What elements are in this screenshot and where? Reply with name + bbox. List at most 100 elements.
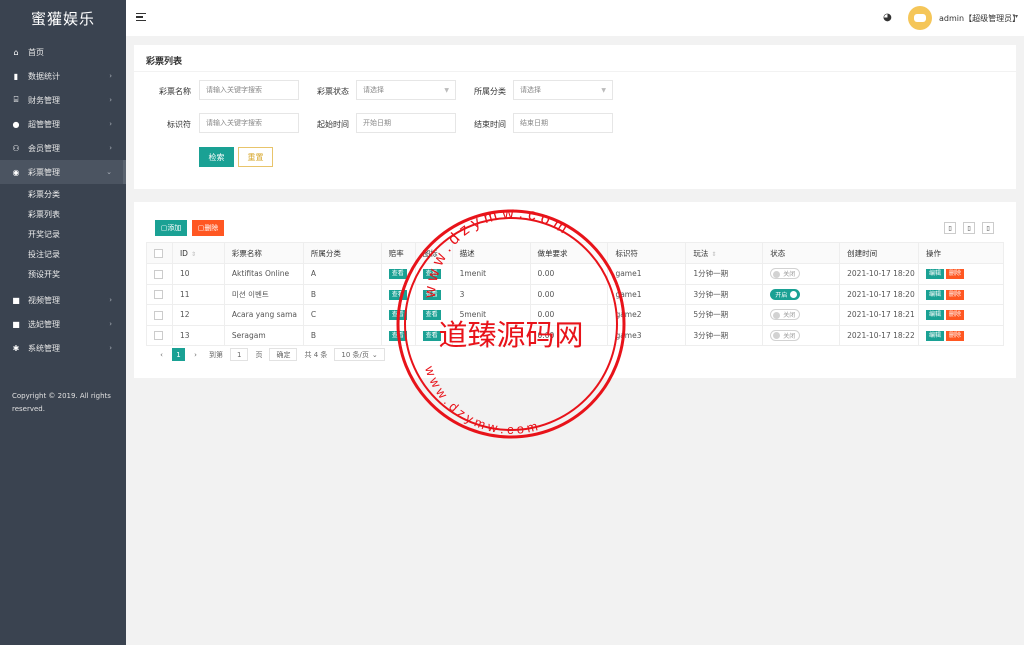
sidebar-subitem-preset[interactable]: 预设开奖 bbox=[0, 264, 126, 284]
add-icon: ▢ bbox=[160, 224, 168, 232]
status-toggle[interactable]: 关闭 bbox=[770, 309, 801, 321]
key-search-input[interactable]: 请输入关键字搜索 bbox=[199, 113, 299, 133]
print-icon[interactable]: ▯ bbox=[982, 222, 994, 234]
delete-icon: ▢ bbox=[197, 224, 205, 232]
sidebar-item-system[interactable]: ✱ 系统管理 › bbox=[0, 336, 126, 360]
next-page-icon[interactable]: › bbox=[189, 348, 202, 361]
cell-category: C bbox=[302, 304, 382, 326]
select-all-checkbox[interactable] bbox=[146, 242, 173, 264]
prev-page-icon[interactable]: ‹ bbox=[155, 348, 168, 361]
delete-button[interactable]: 删除 bbox=[946, 289, 965, 300]
cell-status: 开启 bbox=[762, 283, 841, 305]
column-header-id[interactable]: ID ⇕ bbox=[171, 242, 225, 264]
page-size-select[interactable]: 10 条/页 ⌄ bbox=[334, 348, 385, 361]
row-checkbox[interactable] bbox=[146, 324, 173, 346]
cell-actions: 编辑 删除 bbox=[918, 324, 1004, 346]
cell-play: 3分钟一期 bbox=[685, 283, 764, 305]
sidebar-item-members[interactable]: ⚇ 会员管理 › bbox=[0, 136, 126, 160]
cell-created: 2021-10-17 18:20 bbox=[839, 263, 920, 285]
cell-category: B bbox=[302, 324, 382, 346]
column-header-created: 创建时间 bbox=[839, 242, 920, 264]
menu-toggle-icon[interactable] bbox=[136, 13, 146, 22]
cell-id: 10 bbox=[171, 263, 225, 285]
sidebar-item-statistics[interactable]: ▮ 数据统计 › bbox=[0, 64, 126, 88]
status-select[interactable]: 请选择 ▼ bbox=[356, 80, 456, 100]
cell-id: 11 bbox=[171, 283, 225, 305]
sidebar-subitem-bets[interactable]: 投注记录 bbox=[0, 244, 126, 264]
chevron-right-icon: › bbox=[109, 72, 112, 80]
export-icon[interactable]: ▯ bbox=[963, 222, 975, 234]
row-checkbox[interactable] bbox=[146, 283, 173, 305]
row-checkbox[interactable] bbox=[146, 263, 173, 285]
sidebar-subitem-category[interactable]: 彩票分类 bbox=[0, 184, 126, 204]
sidebar-item-video[interactable]: ■ 视频管理 › bbox=[0, 288, 126, 312]
cell-play: 3分钟一期 bbox=[685, 324, 764, 346]
column-header-category: 所属分类 bbox=[302, 242, 382, 264]
watermark-center-text: 道臻源码网 bbox=[438, 318, 583, 352]
delete-button[interactable]: 删除 bbox=[946, 310, 965, 321]
sidebar-nav: ⌂ 首页 ▮ 数据统计 › ⌸ 财务管理 › ● 超管管理 › ⚇ 会员管理 ›… bbox=[0, 40, 126, 360]
sidebar-item-concubine[interactable]: ■ 选妃管理 › bbox=[0, 312, 126, 336]
watermark-stamp: w w w . d z y m w . c o m w w w . d z y … bbox=[396, 208, 626, 439]
delete-button[interactable]: 删除 bbox=[946, 269, 965, 280]
chevron-right-icon: › bbox=[109, 296, 112, 304]
columns-icon[interactable]: ▯ bbox=[944, 222, 956, 234]
topbar: ◕ admin【超级管理员】 ▾ bbox=[126, 0, 1024, 36]
edit-button[interactable]: 编辑 bbox=[926, 289, 945, 300]
avatar[interactable] bbox=[908, 6, 932, 30]
add-button-label: 添加 bbox=[167, 224, 182, 232]
sidebar-item-label: 彩票管理 bbox=[28, 167, 60, 177]
sidebar-item-finance[interactable]: ⌸ 财务管理 › bbox=[0, 88, 126, 112]
name-label: 彩票名称 bbox=[159, 87, 191, 96]
page-jump-input[interactable]: 1 bbox=[230, 348, 249, 361]
key-label: 标识符 bbox=[167, 120, 191, 129]
chevron-right-icon: › bbox=[109, 96, 112, 104]
edit-button[interactable]: 编辑 bbox=[926, 310, 945, 321]
end-time-label: 结束时间 bbox=[474, 120, 506, 129]
cell-actions: 编辑 删除 bbox=[918, 304, 1004, 326]
name-search-input[interactable]: 请输入关键字搜索 bbox=[199, 80, 299, 100]
batch-delete-button[interactable]: ▢ 删除 bbox=[192, 220, 224, 236]
category-select[interactable]: 请选择 ▼ bbox=[513, 80, 613, 100]
cell-created: 2021-10-17 18:20 bbox=[839, 283, 920, 305]
sidebar-item-label: 选妃管理 bbox=[28, 319, 60, 329]
cell-status: 关闭 bbox=[762, 324, 841, 346]
end-date-input[interactable]: 结束日期 bbox=[513, 113, 613, 133]
sidebar-subitem-list[interactable]: 彩票列表 bbox=[0, 204, 126, 224]
page-jump-confirm-button[interactable]: 确定 bbox=[269, 348, 298, 361]
caret-down-icon[interactable]: ▾ bbox=[1015, 13, 1018, 20]
column-header-play[interactable]: 玩法 ⇕ bbox=[685, 242, 764, 264]
sidebar-item-lottery[interactable]: ◉ 彩票管理 ⌄ bbox=[0, 160, 126, 184]
sidebar-item-label: 首页 bbox=[28, 47, 44, 57]
sort-icon[interactable]: ⇕ bbox=[191, 251, 196, 258]
cell-category: B bbox=[302, 283, 382, 305]
page-number-current[interactable]: 1 bbox=[172, 348, 185, 361]
column-header-name: 彩票名称 bbox=[223, 242, 304, 264]
cell-category: A bbox=[302, 263, 382, 285]
cell-play: 5分钟一期 bbox=[685, 304, 764, 326]
palette-icon[interactable]: ◕ bbox=[883, 12, 892, 23]
status-toggle[interactable]: 关闭 bbox=[770, 329, 801, 341]
cell-created: 2021-10-17 18:21 bbox=[839, 304, 920, 326]
cell-status: 关闭 bbox=[762, 263, 841, 285]
sidebar-item-label: 数据统计 bbox=[28, 71, 60, 81]
edit-button[interactable]: 编辑 bbox=[926, 269, 945, 280]
sidebar-item-label: 超管管理 bbox=[28, 119, 60, 129]
sort-icon[interactable]: ⇕ bbox=[711, 251, 716, 258]
sidebar-subitem-draws[interactable]: 开奖记录 bbox=[0, 224, 126, 244]
delete-button[interactable]: 删除 bbox=[946, 330, 965, 341]
sidebar-item-home[interactable]: ⌂ 首页 bbox=[0, 40, 126, 64]
cell-name: Aktifitas Online bbox=[223, 263, 304, 285]
sidebar-item-admins[interactable]: ● 超管管理 › bbox=[0, 112, 126, 136]
edit-button[interactable]: 编辑 bbox=[926, 330, 945, 341]
row-checkbox[interactable] bbox=[146, 304, 173, 326]
start-date-input[interactable]: 开始日期 bbox=[356, 113, 456, 133]
reset-button[interactable]: 重置 bbox=[238, 147, 273, 167]
add-button[interactable]: ▢ 添加 bbox=[155, 220, 187, 236]
sidebar: 蜜獾娱乐 ⌂ 首页 ▮ 数据统计 › ⌸ 财务管理 › ● 超管管理 › ⚇ 会… bbox=[0, 0, 126, 645]
search-button[interactable]: 检索 bbox=[199, 147, 234, 167]
status-toggle[interactable]: 关闭 bbox=[770, 268, 801, 280]
chevron-down-icon: ⌄ bbox=[106, 168, 112, 176]
user-name[interactable]: admin【超级管理员】 bbox=[939, 13, 1020, 24]
status-toggle[interactable]: 开启 bbox=[770, 288, 801, 300]
